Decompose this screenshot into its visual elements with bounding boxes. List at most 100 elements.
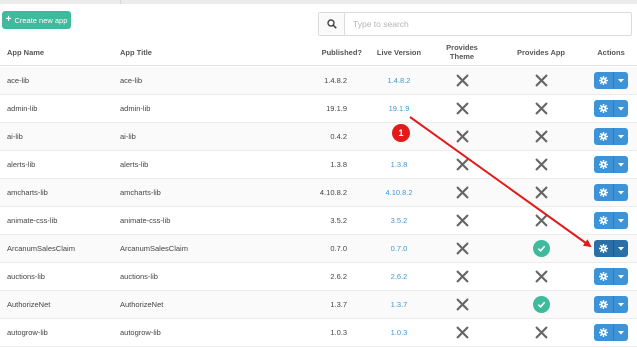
gear-icon[interactable] <box>594 72 614 89</box>
app-title-cell: auctions-lib <box>120 272 158 281</box>
search-icon <box>326 19 337 29</box>
gear-icon[interactable] <box>594 128 614 145</box>
caret-down-icon[interactable] <box>614 184 628 201</box>
row-actions-button[interactable] <box>594 72 628 89</box>
provides-theme-cell <box>432 123 492 150</box>
app-title-cell: AuthorizeNet <box>120 300 164 309</box>
provides-theme-cell <box>432 291 492 318</box>
live-version-link[interactable]: 19.1.9 <box>369 95 429 122</box>
app-title-cell: amcharts-lib <box>120 188 161 197</box>
x-mark-icon <box>535 186 547 199</box>
x-mark-icon <box>456 130 468 143</box>
actions-cell <box>594 263 628 290</box>
provides-app-cell <box>505 291 577 318</box>
published-version-cell: 0.4.2 <box>330 132 347 141</box>
gear-icon[interactable] <box>594 156 614 173</box>
caret-down-icon[interactable] <box>614 268 628 285</box>
live-version-link[interactable]: 3.5.2 <box>369 207 429 234</box>
table-row: alerts-lib alerts-lib 1.3.8 1.3.8 <box>0 151 637 179</box>
row-actions-button[interactable] <box>594 324 628 341</box>
gear-icon[interactable] <box>594 184 614 201</box>
app-name-cell: alerts-lib <box>7 160 36 169</box>
top-strip <box>0 0 637 4</box>
row-actions-button[interactable] <box>594 268 628 285</box>
gear-icon[interactable] <box>594 212 614 229</box>
caret-down-icon[interactable] <box>614 296 628 313</box>
table-header: App Name App Title Published? Live Versi… <box>0 38 637 66</box>
actions-cell <box>594 123 628 150</box>
column-provides-theme-line1: Provides <box>446 43 478 52</box>
x-mark-icon <box>535 102 547 115</box>
published-version-cell: 2.6.2 <box>330 272 347 281</box>
caret-down-icon[interactable] <box>614 72 628 89</box>
live-version-link[interactable]: 2.6.2 <box>369 263 429 290</box>
row-actions-button[interactable] <box>594 240 628 257</box>
provides-theme-cell <box>432 95 492 122</box>
provides-theme-cell <box>432 235 492 262</box>
caret-down-icon[interactable] <box>614 240 628 257</box>
column-live-version[interactable]: Live Version <box>369 38 429 66</box>
published-version-cell: 1.0.3 <box>330 328 347 337</box>
app-title-cell: ace-lib <box>120 76 143 85</box>
row-actions-button[interactable] <box>594 100 628 117</box>
app-title-cell: admin-lib <box>120 104 151 113</box>
actions-cell <box>594 319 628 346</box>
published-version-cell: 3.5.2 <box>330 216 347 225</box>
app-name-cell: ArcanumSalesClaim <box>7 244 75 253</box>
published-version-cell: 1.4.8.2 <box>324 76 347 85</box>
column-provides-app[interactable]: Provides App <box>505 38 577 66</box>
table-row: amcharts-lib amcharts-lib 4.10.8.2 4.10.… <box>0 179 637 207</box>
provides-app-cell <box>505 151 577 178</box>
caret-down-icon[interactable] <box>614 324 628 341</box>
app-title-cell: alerts-lib <box>120 160 149 169</box>
live-version-link[interactable]: 1.4.8.2 <box>369 67 429 94</box>
row-actions-button[interactable] <box>594 212 628 229</box>
column-published[interactable]: Published? <box>300 38 362 66</box>
search-input[interactable] <box>345 13 631 35</box>
row-actions-button[interactable] <box>594 296 628 313</box>
row-actions-button[interactable] <box>594 128 628 145</box>
live-version-link[interactable]: 1.0.3 <box>369 319 429 346</box>
search-button[interactable] <box>319 13 345 35</box>
table-row: autogrow-lib autogrow-lib 1.0.3 1.0.3 <box>0 319 637 347</box>
provides-theme-cell <box>432 207 492 234</box>
caret-down-icon[interactable] <box>614 212 628 229</box>
table-row: auctions-lib auctions-lib 2.6.2 2.6.2 <box>0 263 637 291</box>
app-name-cell: autogrow-lib <box>7 328 48 337</box>
app-title-cell: animate-css-lib <box>120 216 171 225</box>
app-name-cell: animate-css-lib <box>7 216 58 225</box>
table-row: ArcanumSalesClaim ArcanumSalesClaim 0.7.… <box>0 235 637 263</box>
x-mark-icon <box>456 158 468 171</box>
caret-down-icon[interactable] <box>614 156 628 173</box>
live-version-link[interactable]: 0.7.0 <box>369 235 429 262</box>
table-row: animate-css-lib animate-css-lib 3.5.2 3.… <box>0 207 637 235</box>
column-app-title[interactable]: App Title <box>120 38 152 66</box>
live-version-link[interactable]: 1.3.8 <box>369 151 429 178</box>
app-name-cell: ai-lib <box>7 132 23 141</box>
gear-icon[interactable] <box>594 240 614 257</box>
create-new-app-button[interactable]: + Create new app <box>2 11 71 29</box>
column-provides-theme[interactable]: Provides Theme <box>432 38 492 66</box>
x-mark-icon <box>535 270 547 283</box>
check-circle-icon <box>532 240 550 257</box>
table-row: admin-lib admin-lib 19.1.9 19.1.9 <box>0 95 637 123</box>
app-name-cell: admin-lib <box>7 104 38 113</box>
live-version-link[interactable]: 4.10.8.2 <box>369 179 429 206</box>
caret-down-icon[interactable] <box>614 128 628 145</box>
x-mark-icon <box>535 158 547 171</box>
x-mark-icon <box>456 326 468 339</box>
gear-icon[interactable] <box>594 100 614 117</box>
row-actions-button[interactable] <box>594 184 628 201</box>
row-actions-button[interactable] <box>594 156 628 173</box>
provides-app-cell <box>505 263 577 290</box>
table-row: ace-lib ace-lib 1.4.8.2 1.4.8.2 <box>0 67 637 95</box>
app-name-cell: AuthorizeNet <box>7 300 51 309</box>
gear-icon[interactable] <box>594 296 614 313</box>
live-version-link[interactable]: 1.3.7 <box>369 291 429 318</box>
column-app-name[interactable]: App Name <box>7 38 44 66</box>
actions-cell <box>594 151 628 178</box>
caret-down-icon[interactable] <box>614 100 628 117</box>
gear-icon[interactable] <box>594 324 614 341</box>
gear-icon[interactable] <box>594 268 614 285</box>
published-version-cell: 1.3.8 <box>330 160 347 169</box>
